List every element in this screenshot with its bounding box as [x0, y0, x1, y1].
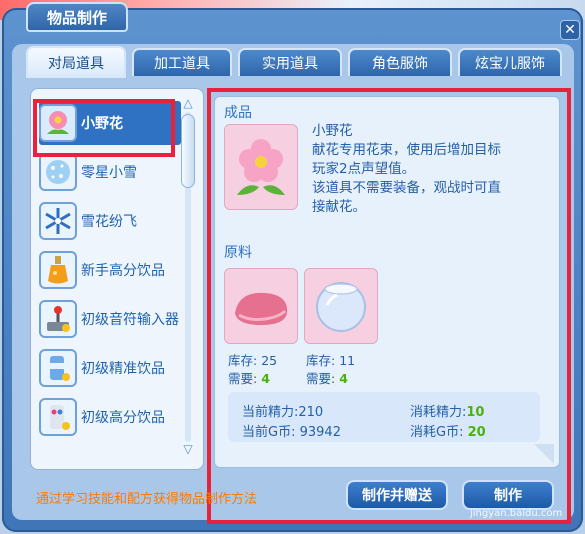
highlight-box-detail: [207, 88, 571, 524]
tab-utility-items[interactable]: 实用道具: [238, 48, 342, 76]
list-item[interactable]: 初级高分饮品: [39, 395, 181, 439]
joystick-icon: [39, 300, 77, 338]
snow-icon: [39, 153, 77, 191]
item-list-scrollbar[interactable]: △ ▽: [180, 96, 196, 460]
close-button[interactable]: ✕: [560, 20, 580, 40]
scroll-down-arrow-icon[interactable]: ▽: [180, 442, 196, 456]
make-button[interactable]: 制作: [462, 480, 554, 510]
window-title: 物品制作: [26, 2, 128, 32]
tab-character-outfits[interactable]: 角色服饰: [348, 48, 452, 76]
list-item[interactable]: 雪花纷飞: [39, 199, 181, 243]
list-item[interactable]: 初级音符输入器: [39, 297, 181, 341]
tab-battle-items[interactable]: 对局道具: [26, 46, 126, 78]
list-item[interactable]: 新手高分饮品: [39, 248, 181, 292]
scroll-thumb[interactable]: [181, 114, 195, 188]
list-item-label: 雪花纷飞: [81, 214, 137, 230]
tab-processing-items[interactable]: 加工道具: [132, 48, 232, 76]
watermark: jingyan.baidu.com: [470, 508, 563, 519]
drink-can-icon: [39, 349, 77, 387]
list-item-label: 新手高分饮品: [81, 263, 165, 279]
list-item-label: 初级精准饮品: [81, 361, 165, 377]
potion-icon: [39, 251, 77, 289]
list-item[interactable]: 初级精准饮品: [39, 346, 181, 390]
highlight-box-selected-item: [33, 99, 175, 157]
tab-pet-outfits[interactable]: 炫宝儿服饰: [458, 48, 562, 76]
snowflake-icon: [39, 202, 77, 240]
list-item-label: 初级高分饮品: [81, 410, 165, 426]
scroll-up-arrow-icon[interactable]: △: [180, 96, 196, 110]
list-item-label: 零星小雪: [81, 165, 137, 181]
crafting-hint: 通过学习技能和配方获得物品制作方法: [36, 492, 258, 507]
close-icon: ✕: [564, 22, 576, 38]
drink-can-icon: [39, 398, 77, 436]
make-and-gift-button[interactable]: 制作并赠送: [346, 480, 448, 510]
list-item-label: 初级音符输入器: [81, 312, 179, 328]
